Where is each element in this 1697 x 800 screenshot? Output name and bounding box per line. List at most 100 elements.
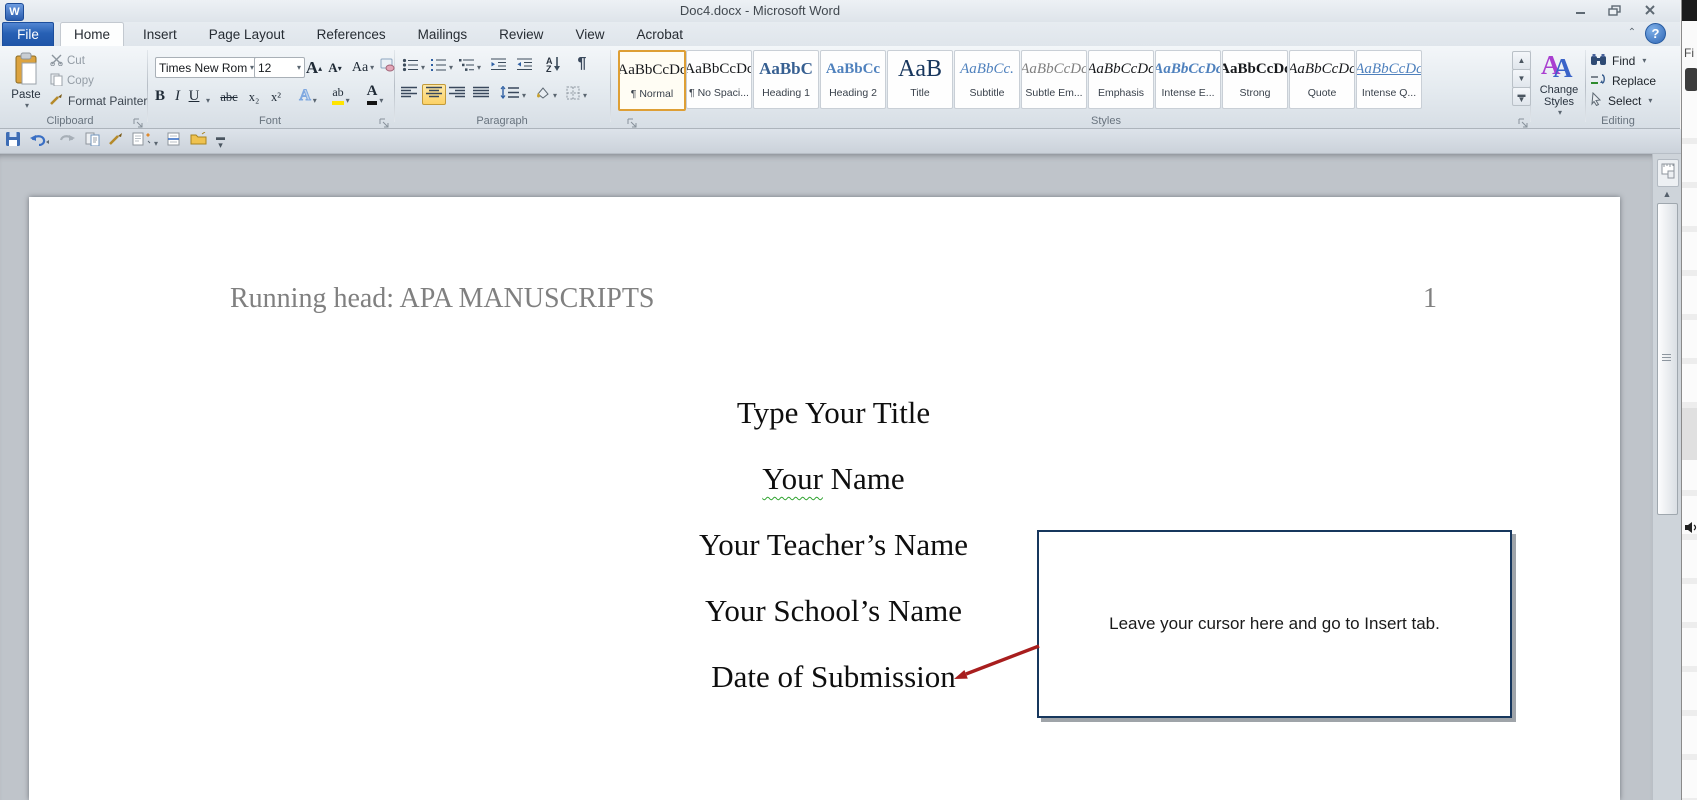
style-strong[interactable]: AaBbCcDc Strong [1222,50,1288,109]
style-name: Subtitle [969,87,1005,99]
paste-button[interactable]: Paste ▾ [5,49,47,125]
superscript-button[interactable]: x² [266,84,286,107]
change-styles-button[interactable]: A A Change Styles ▾ [1534,50,1584,122]
paste-dropdown-icon[interactable]: ▾ [25,101,29,110]
sort-button[interactable]: AZ [546,56,561,74]
format-painter-button[interactable]: Format Painter [50,92,147,110]
align-left-button[interactable] [400,86,418,104]
text-effects-button[interactable]: A ▾ [294,84,322,107]
font-color-button[interactable]: A ▾ [360,83,390,107]
justify-button[interactable] [472,86,490,104]
style-sample: AaBbCcDc [1222,60,1288,77]
close-button[interactable] [1636,4,1664,19]
style-subtle-emphasis[interactable]: AaBbCcDc Subtle Em... [1021,50,1087,109]
style-subtitle[interactable]: AaBbCc. Subtitle [954,50,1020,109]
format-painter-qat-icon[interactable] [109,132,123,151]
select-button[interactable]: Select ▾ [1590,91,1652,110]
grow-font-button[interactable]: A ▴ [304,57,324,80]
cut-button[interactable]: Cut [50,52,85,70]
undo-button[interactable] [29,132,51,151]
tab-insert[interactable]: Insert [130,22,190,46]
change-case-button[interactable]: Aa ▾ [350,57,376,80]
show-paragraph-marks-button[interactable]: ¶ [572,55,592,73]
tab-view[interactable]: View [562,22,617,46]
help-button[interactable]: ? [1645,23,1666,44]
scissors-icon [50,54,63,69]
find-button[interactable]: Find ▾ [1590,51,1646,70]
underline-button[interactable]: U [187,84,201,107]
style-emphasis[interactable]: AaBbCcDc Emphasis [1088,50,1154,109]
font-family-combobox[interactable]: Times New Rom ▾ [155,57,258,78]
shrink-font-button[interactable]: A ▾ [326,57,344,80]
underline-dropdown[interactable]: ▾ [202,84,212,107]
font-dialog-launcher[interactable] [379,116,390,128]
new-document-icon[interactable]: ▾ [132,132,158,151]
tab-file[interactable]: File [2,22,54,46]
align-center-button[interactable] [422,84,446,105]
ruler-toggle-button[interactable] [1657,159,1679,187]
numbering-button[interactable]: ▾ [430,58,453,77]
style-no-spacing[interactable]: AaBbCcDc ¶ No Spaci... [686,50,752,109]
style-intense-emphasis[interactable]: AaBbCcDc Intense E... [1155,50,1221,109]
tab-review[interactable]: Review [486,22,556,46]
multilevel-list-button[interactable]: ▾ [458,58,481,77]
style-heading2[interactable]: AaBbCc Heading 2 [820,50,886,109]
shading-button[interactable]: ▾ [534,86,557,105]
subscript-button[interactable]: x₂ [244,84,264,107]
ribbon-home: Paste ▾ Cut Copy Format Painter Clipboar… [0,46,1680,129]
styles-more-button[interactable]: ▬ ▼ [1512,87,1531,106]
tab-page-layout[interactable]: Page Layout [196,22,298,46]
borders-button[interactable]: ▾ [566,86,587,105]
line-spacing-button[interactable]: ▾ [500,85,526,104]
highlight-color-button[interactable]: ab ▾ [326,84,356,107]
callout-box[interactable]: Leave your cursor here and go to Insert … [1037,530,1512,718]
style-intense-quote[interactable]: AaBbCcDc Intense Q... [1356,50,1422,109]
style-quote[interactable]: AaBbCcDc Quote [1289,50,1355,109]
style-title[interactable]: AaB Title [887,50,953,109]
styles-scroll-down-button[interactable]: ▼ [1512,69,1531,88]
collapse-ribbon-button[interactable]: ⌃ [1624,27,1640,41]
subscript-label: x₂ [248,90,260,104]
minimize-button[interactable] [1566,4,1594,19]
align-center-icon [425,86,443,104]
italic-button[interactable]: I [171,84,184,107]
binoculars-icon [1590,53,1607,69]
shrink-arrow-icon: ▾ [337,63,342,73]
decrease-indent-button[interactable] [490,58,507,77]
style-heading1[interactable]: AaBbC Heading 1 [753,50,819,109]
tab-mailings[interactable]: Mailings [405,22,481,46]
restore-button[interactable] [1600,4,1628,19]
bold-button[interactable]: B [152,84,168,107]
clipboard-dialog-launcher[interactable] [133,116,144,128]
title-bar: W Doc4.docx - Microsoft Word [0,0,1680,22]
font-size-combobox[interactable]: 12 ▾ [254,57,305,78]
redo-icon[interactable] [59,132,76,151]
tab-references[interactable]: References [304,22,399,46]
paste-special-icon[interactable] [85,132,100,151]
strikethrough-button[interactable]: abc [216,84,242,107]
increase-indent-button[interactable] [516,58,533,77]
bullets-button[interactable]: ▾ [402,58,425,77]
styles-scroll-up-button[interactable]: ▲ [1512,51,1531,70]
qat-customize-icon[interactable]: ▬ ▾ [216,133,225,150]
scrollbar-thumb[interactable] [1657,203,1678,515]
paragraph-dialog-launcher[interactable] [627,116,638,128]
scroll-up-button[interactable]: ▲ [1656,189,1678,203]
tab-home[interactable]: Home [60,22,125,46]
page-break-icon[interactable] [167,132,181,151]
font-color-label: A [366,83,378,105]
replace-button[interactable]: Replace [1590,71,1656,90]
style-sample: AaBbCcDc [1155,60,1221,77]
open-folder-icon[interactable] [190,131,207,150]
tab-acrobat[interactable]: Acrobat [623,22,696,46]
word-window: W Doc4.docx - Microsoft Word File Home I… [0,0,1686,800]
style-normal[interactable]: AaBbCcDc ¶ Normal [618,50,686,111]
save-icon[interactable] [6,131,20,151]
vertical-scrollbar[interactable]: ▲ [1652,154,1681,800]
triangle-down-icon: ▼ [1517,74,1526,83]
justify-icon [472,86,490,104]
clear-formatting-button[interactable] [378,57,396,80]
align-right-button[interactable] [448,86,466,104]
ruler-icon [1661,163,1675,184]
copy-button[interactable]: Copy [50,72,94,90]
